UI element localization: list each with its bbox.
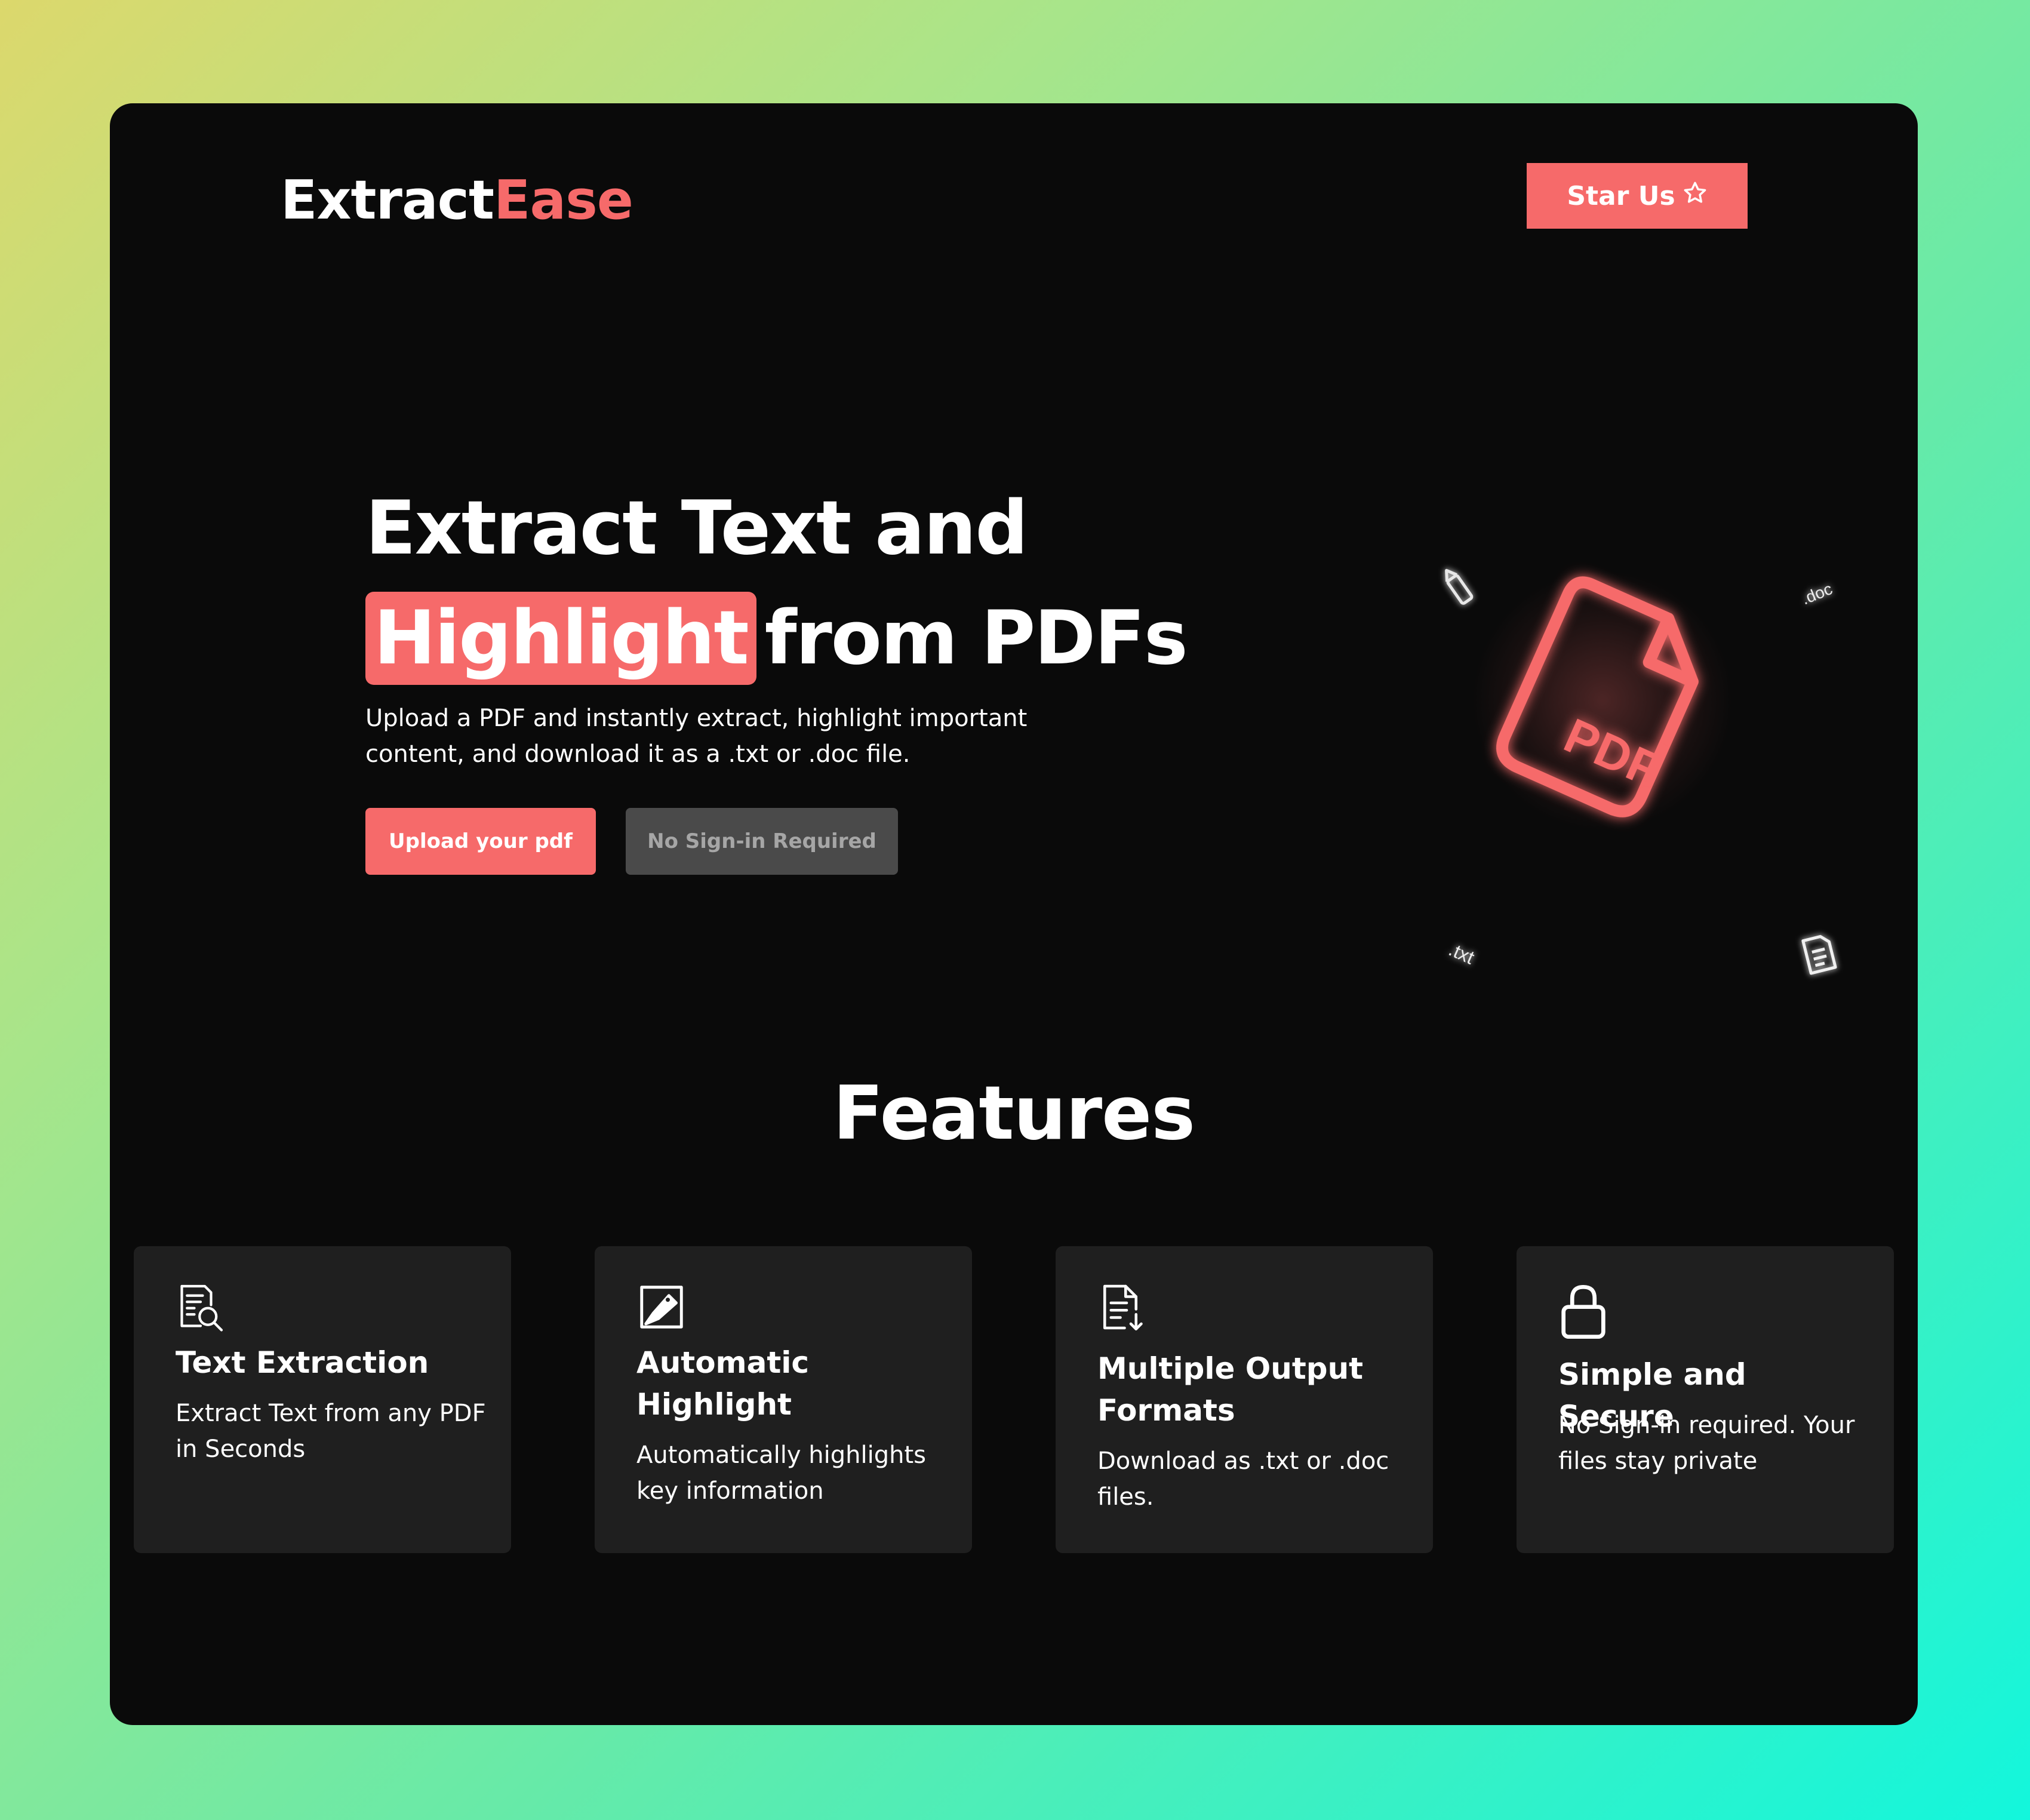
hero-subtitle: Upload a PDF and instantly extract, high… [365,705,1028,768]
no-signin-button[interactable]: No Sign-in Required [626,808,898,875]
brand-logo-part1: Extract [281,169,494,232]
star-icon [1683,180,1708,212]
feature-card-text-extraction: Text Extraction Extract Text from any PD… [134,1246,511,1553]
feature-card-title: Automatic Highlight [636,1345,810,1422]
hero-title-line1: Extract Text and [365,485,1028,571]
features-title: Features [832,1071,1195,1157]
star-us-label: Star Us [1567,180,1675,211]
hero-title: Extract Text and Highlight from PDFs [365,474,1188,693]
hero-title-line2: Highlight from PDFs [365,583,1188,693]
feature-card-title: Multiple Output Formats [1097,1351,1364,1428]
brand-logo-part2: Ease [494,169,633,232]
txt-tag: .txt [1445,939,1478,969]
document-download-icon [1097,1282,1148,1332]
feature-card-simple-secure: Simple and Secure No Sign-in required. Y… [1517,1246,1894,1553]
hero-title-highlight: Highlight [365,592,756,685]
star-us-button[interactable]: Star Us [1527,163,1748,229]
feature-card-desc: Automatically highlights key information [636,1441,926,1505]
feature-card-output-formats: Multiple Output Formats Download as .txt… [1056,1246,1433,1553]
brand-logo[interactable]: ExtractEase [281,163,633,238]
pdf-label: PDF [1557,708,1668,798]
pdf-file-icon [1496,576,1699,817]
lock-icon [1558,1282,1608,1342]
feature-card-title: Text Extraction [176,1345,429,1380]
document-small-icon [1801,934,1837,975]
feature-card-desc: Extract Text from any PDF in Seconds [176,1400,486,1463]
doc-tag: .doc [1799,579,1835,608]
feature-card-automatic-highlight: Automatic Highlight Automatically highli… [595,1246,972,1553]
document-search-icon [176,1282,226,1332]
hero-illustration: PDF .doc .txt [1304,450,1901,1023]
highlighter-icon [636,1282,687,1332]
app-window: ExtractEase Star Us Extract Text and Hig… [110,103,1918,1725]
upload-pdf-button[interactable]: Upload your pdf [365,808,596,875]
hero-title-rest: from PDFs [764,595,1188,681]
feature-card-desc: Download as .txt or .doc files. [1097,1447,1389,1511]
hero-illustration-svg: PDF .doc .txt [1445,568,1837,975]
feature-card-desc: No Sign-in required. Your files stay pri… [1558,1412,1855,1475]
highlighter-small-icon [1445,568,1474,605]
